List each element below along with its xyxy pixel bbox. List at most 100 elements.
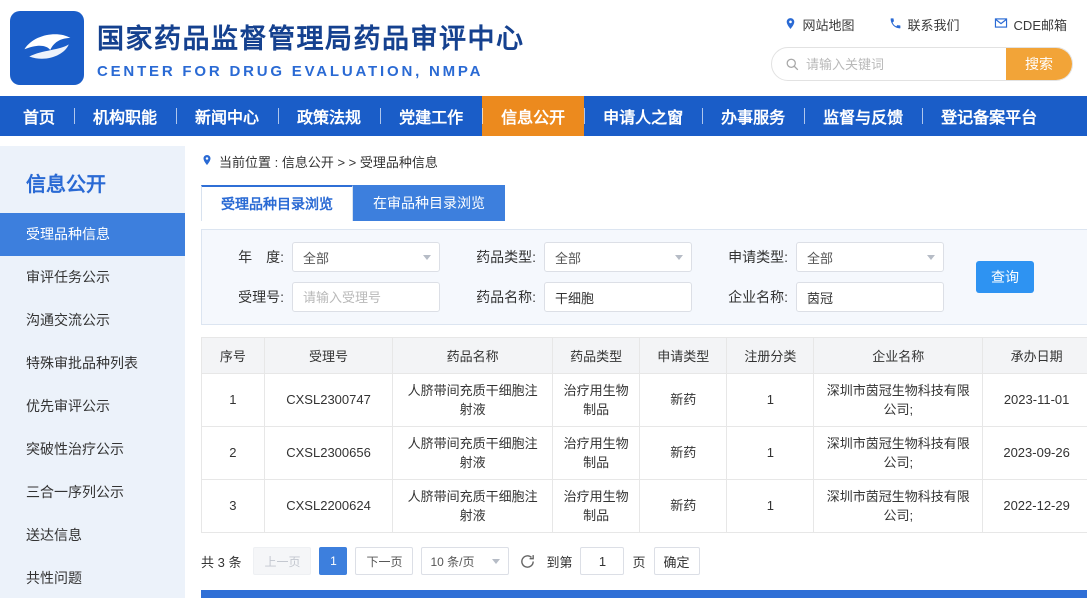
mailbox-link[interactable]: CDE邮箱 [994,15,1067,34]
nav-item-info-disclosure[interactable]: 信息公开 [482,96,584,136]
column-header-date: 承办日期 [983,338,1087,374]
site-logo[interactable] [10,11,84,85]
nav-item-home[interactable]: 首页 [4,96,74,136]
column-header-apply-type: 申请类型 [640,338,727,374]
column-header-company: 企业名称 [814,338,983,374]
chevron-down-icon [423,255,431,260]
year-filter-group: 年 度: 全部 [214,242,440,272]
filter-rows: 年 度: 全部 药品类型: 全部 [214,242,970,312]
mailbox-label: CDE邮箱 [1014,15,1067,34]
table-cell: CXSL2200624 [264,480,392,533]
phone-icon [889,17,902,33]
goto-suffix: 页 [632,552,645,571]
table-cell: 深圳市茵冠生物科技有限公司; [814,374,983,427]
nav-item-functions[interactable]: 机构职能 [74,96,176,136]
contact-label: 联系我们 [908,15,960,34]
chevron-down-icon [927,255,935,260]
search-input[interactable] [806,57,1006,72]
apply-type-label: 申请类型: [718,247,788,267]
title-block: 国家药品监督管理局药品审评中心 CENTER FOR DRUG EVALUATI… [97,17,525,80]
page-number-button[interactable]: 1 [319,547,347,575]
drug-type-label: 药品类型: [466,247,536,267]
sidebar-item-communication[interactable]: 沟通交流公示 [0,299,185,342]
tabs: 受理品种目录浏览 在审品种目录浏览 [201,185,1087,221]
page-size-select[interactable]: 10 条/页 [421,547,509,575]
site-header: 国家药品监督管理局药品审评中心 CENTER FOR DRUG EVALUATI… [0,0,1087,96]
table-cell: 人脐带间充质干细胞注射液 [393,374,553,427]
table-cell: 新药 [640,374,727,427]
column-header-drug-type: 药品类型 [553,338,640,374]
cde-eagle-icon [18,17,76,80]
table-cell: 人脐带间充质干细胞注射液 [393,427,553,480]
tab-under-review-catalog[interactable]: 在审品种目录浏览 [353,185,505,221]
next-page-button[interactable]: 下一页 [355,547,413,575]
sidebar-title: 信息公开 [0,146,185,213]
table-cell: 2022-12-29 [983,480,1087,533]
search-button[interactable]: 搜索 [1006,47,1072,81]
sidebar-item-special-approval[interactable]: 特殊审批品种列表 [0,342,185,385]
table-cell: 1 [727,427,814,480]
nav-item-registration[interactable]: 登记备案平台 [922,96,1056,136]
page-size-value: 10 条/页 [430,553,474,570]
mail-icon [994,16,1008,33]
chevron-down-icon [675,255,683,260]
table-cell: 新药 [640,480,727,533]
tab-accepted-catalog[interactable]: 受理品种目录浏览 [201,185,353,221]
nav-item-party[interactable]: 党建工作 [380,96,482,136]
main-panel: 当前位置 : 信息公开 > > 受理品种信息 受理品种目录浏览 在审品种目录浏览… [185,146,1087,598]
nav-item-policies[interactable]: 政策法规 [278,96,380,136]
company-input[interactable] [796,282,944,312]
apply-type-select[interactable]: 全部 [796,242,944,272]
nav-item-supervision[interactable]: 监督与反馈 [804,96,922,136]
breadcrumb: 当前位置 : 信息公开 > > 受理品种信息 [201,152,1087,171]
table-header-row: 序号 受理号 药品名称 药品类型 申请类型 注册分类 企业名称 承办日期 [202,338,1087,374]
main-nav: 首页 机构职能 新闻中心 政策法规 党建工作 信息公开 申请人之窗 办事服务 监… [0,96,1087,136]
sidebar-item-three-in-one[interactable]: 三合一序列公示 [0,471,185,514]
sidebar-item-common-issues[interactable]: 共性问题 [0,557,185,598]
query-button[interactable]: 查询 [976,261,1034,293]
nav-item-services[interactable]: 办事服务 [702,96,804,136]
table-cell: 2023-09-26 [983,427,1087,480]
filter-panel: 年 度: 全部 药品类型: 全部 [201,229,1087,325]
table-cell: 治疗用生物制品 [553,427,640,480]
drug-name-filter-group: 药品名称: [466,282,692,312]
contact-link[interactable]: 联系我们 [889,15,960,34]
table-cell: 深圳市茵冠生物科技有限公司; [814,480,983,533]
site-title: 国家药品监督管理局药品审评中心 [97,17,525,56]
table-cell: 深圳市茵冠生物科技有限公司; [814,427,983,480]
sitemap-label: 网站地图 [803,15,855,34]
table-cell: 2023-11-01 [983,374,1087,427]
column-header-drug-name: 药品名称 [393,338,553,374]
goto-page-input[interactable] [580,547,624,575]
sidebar-item-breakthrough[interactable]: 突破性治疗公示 [0,428,185,471]
sidebar-item-review-tasks[interactable]: 审评任务公示 [0,256,185,299]
content: 信息公开 受理品种信息 审评任务公示 沟通交流公示 特殊审批品种列表 优先审评公… [0,136,1087,598]
results-table: 序号 受理号 药品名称 药品类型 申请类型 注册分类 企业名称 承办日期 1 C… [201,337,1087,533]
column-header-index: 序号 [202,338,265,374]
sidebar: 信息公开 受理品种信息 审评任务公示 沟通交流公示 特殊审批品种列表 优先审评公… [0,146,185,598]
prev-page-button[interactable]: 上一页 [253,547,311,575]
confirm-button[interactable]: 确定 [654,547,700,575]
search-bar: 搜索 [771,47,1073,81]
drug-type-select[interactable]: 全部 [544,242,692,272]
sidebar-item-priority-review[interactable]: 优先审评公示 [0,385,185,428]
filter-row-2: 受理号: 药品名称: 企业名称: [214,282,970,312]
table-cell: 人脐带间充质干细胞注射液 [393,480,553,533]
table-cell: 1 [727,374,814,427]
apply-type-filter-group: 申请类型: 全部 [718,242,944,272]
nav-item-applicant[interactable]: 申请人之窗 [584,96,702,136]
sidebar-item-accepted-varieties[interactable]: 受理品种信息 [0,213,185,256]
drug-name-input[interactable] [544,282,692,312]
site-subtitle: CENTER FOR DRUG EVALUATION, NMPA [97,63,525,80]
accept-no-input[interactable] [292,282,440,312]
table-cell: CXSL2300747 [264,374,392,427]
nav-item-news[interactable]: 新闻中心 [176,96,278,136]
drug-type-filter-group: 药品类型: 全部 [466,242,692,272]
sitemap-link[interactable]: 网站地图 [784,15,855,34]
table-cell: 2 [202,427,265,480]
refresh-icon[interactable] [519,553,536,570]
year-select[interactable]: 全部 [292,242,440,272]
chevron-down-icon [492,559,500,564]
table-cell: 3 [202,480,265,533]
sidebar-item-delivery-info[interactable]: 送达信息 [0,514,185,557]
